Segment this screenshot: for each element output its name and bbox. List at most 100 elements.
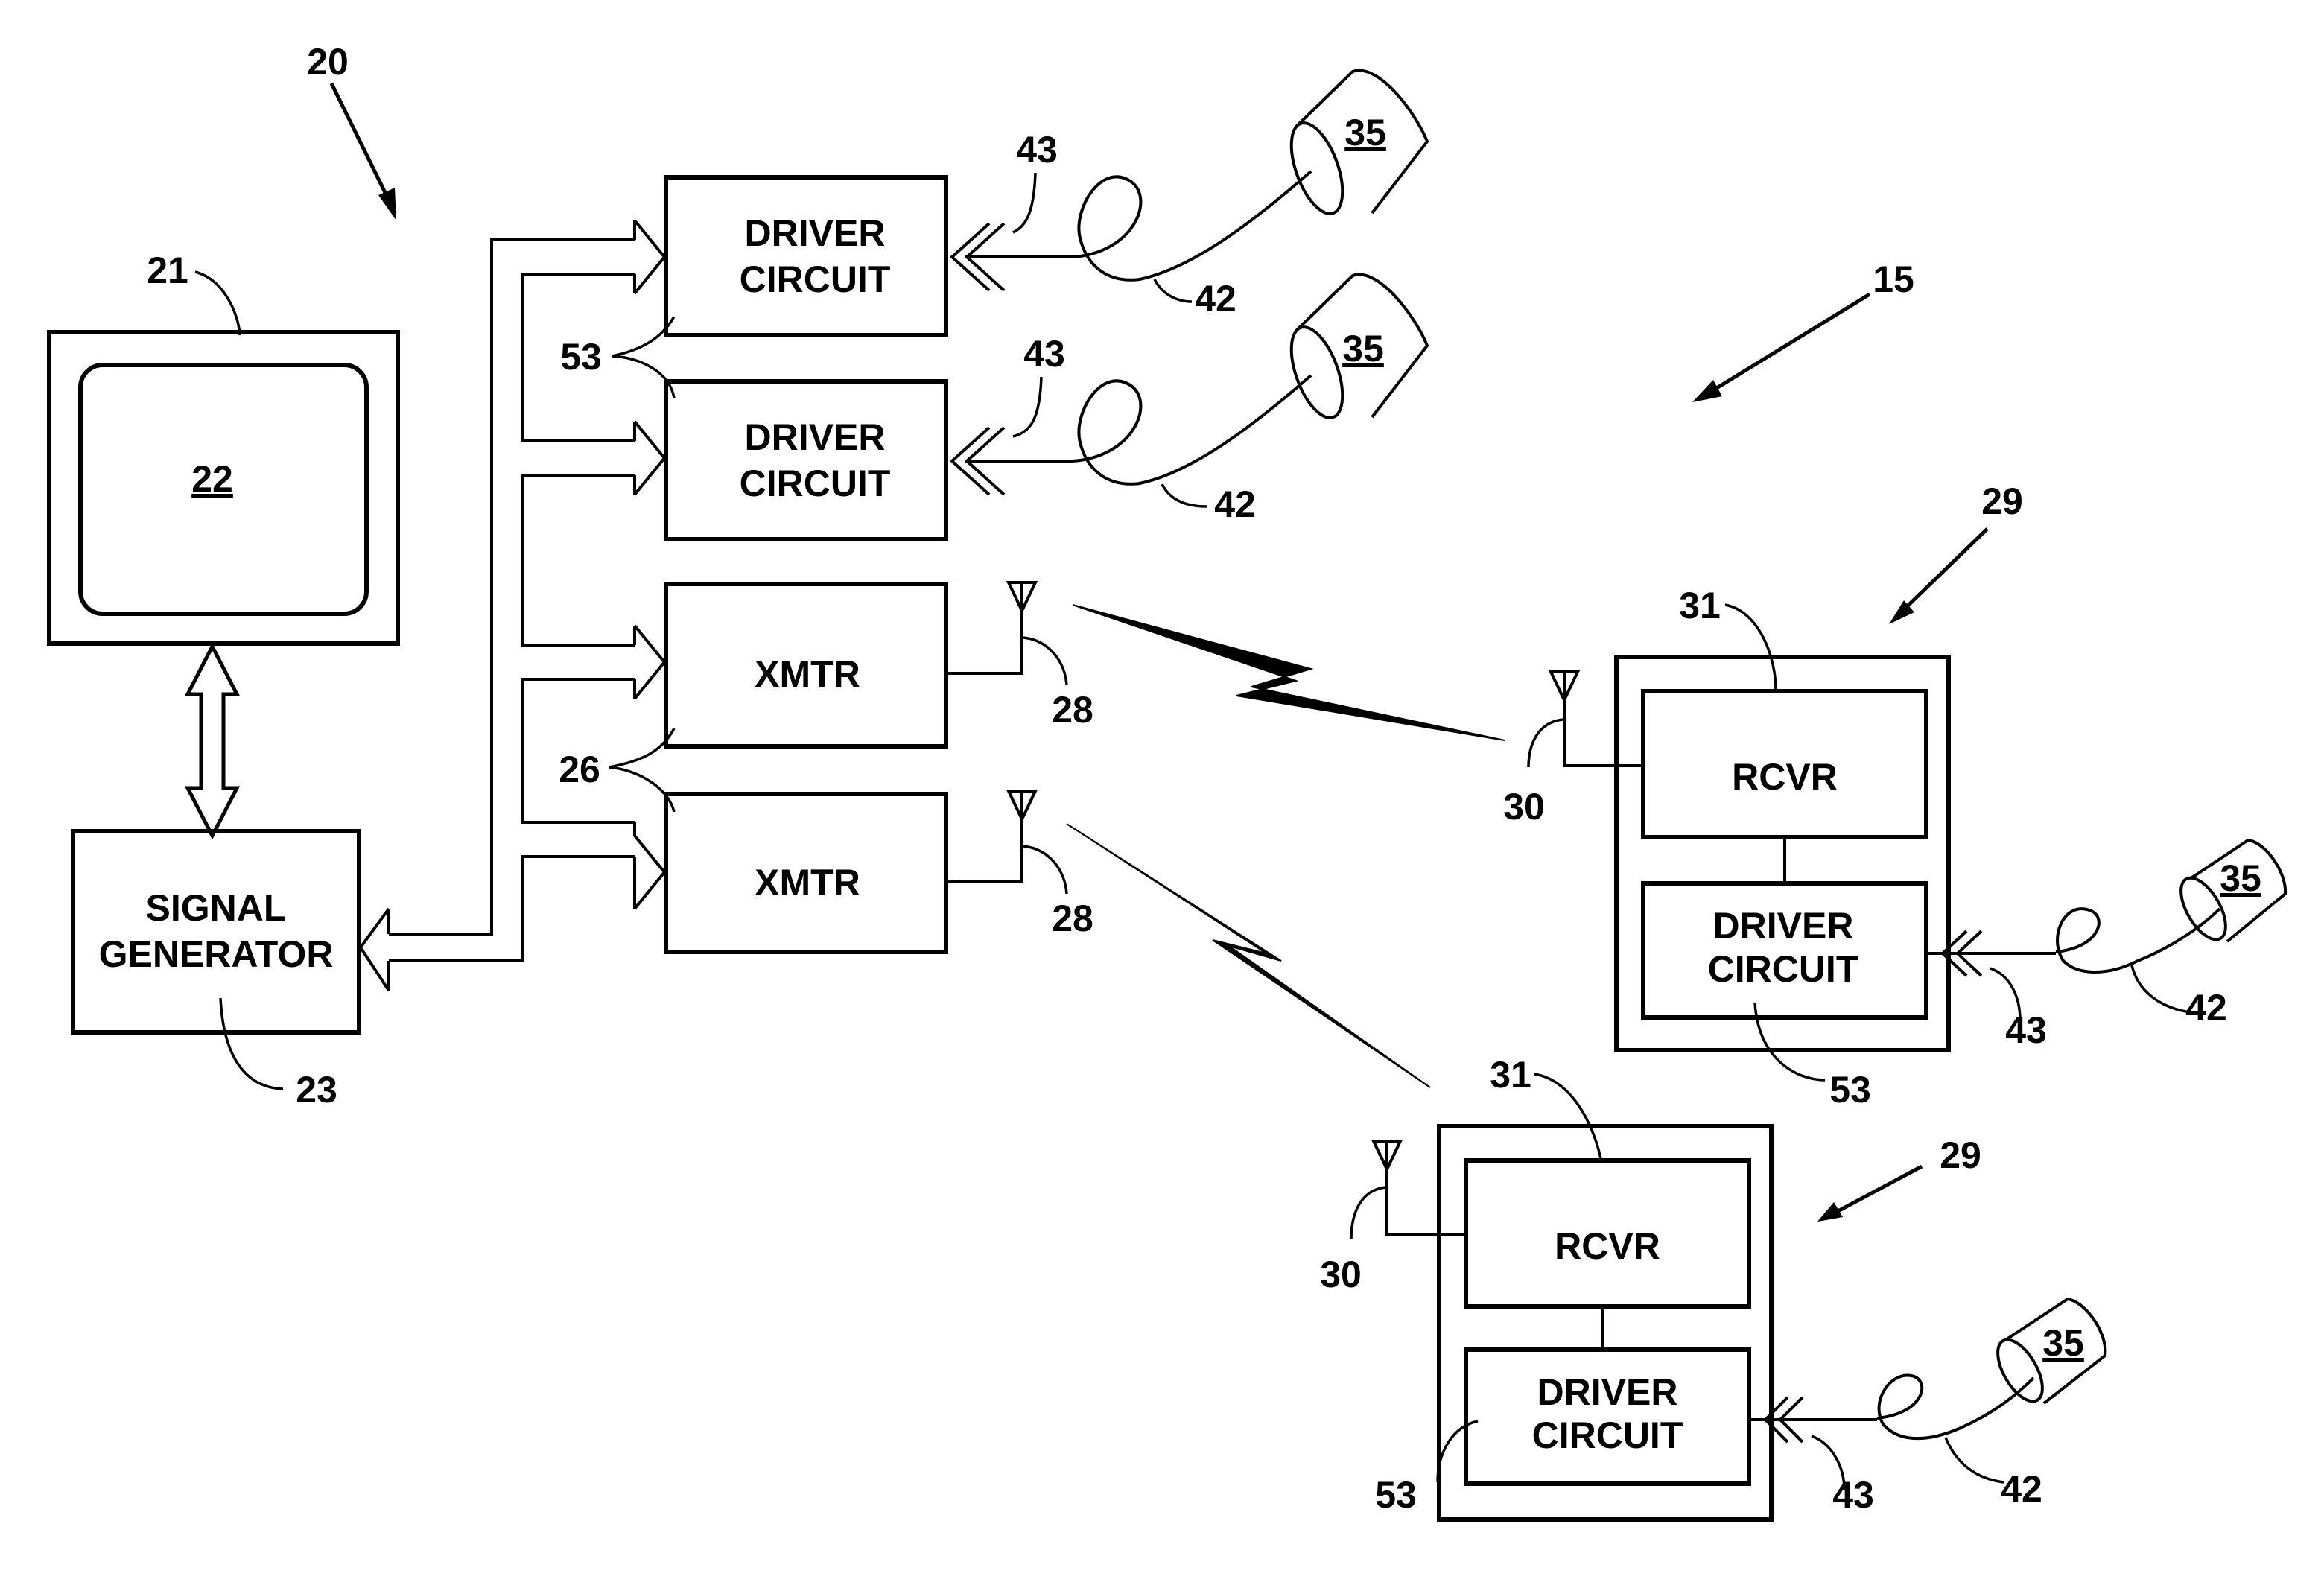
receiver-1-ref: 31 [1679,585,1721,626]
antenna-icon [1006,790,1038,823]
antenna-2-leader [1023,845,1068,895]
remote-electrode-2-ref: 35 [2042,1322,2084,1364]
remote-driver-1-line1: DRIVER [1713,905,1854,947]
system-reference: 20 [307,41,397,220]
remote-connector-1-ref: 43 [2005,1009,2047,1051]
antenna-1-leader [1023,636,1068,686]
remote-antenna-1-feed [1563,700,1643,767]
signal-generator-ref: 23 [296,1069,337,1111]
remote-unit-2-arrow [1831,1164,1923,1216]
driver-circuit-2: DRIVER CIRCUIT 43 42 35 [664,273,1429,541]
remote-connector-2-ref: 43 [1832,1474,1874,1516]
driver-2-line1: DRIVER [745,416,886,458]
drivers-group-ref: 53 [560,336,602,378]
ref-20-label: 20 [307,41,349,83]
remote-antenna-1-ref: 30 [1503,786,1545,828]
signal-generator-line2: GENERATOR [99,933,334,975]
remote-unit-1-enclosure [1614,655,1951,1052]
transmitter-1-antenna-feed [946,611,1023,675]
display-monitor: 22 21 [47,250,400,646]
remote-unit-2: 29 RCVR 31 DRIVER CIRCUIT 53 30 43 42 35 [1320,1054,2107,1522]
drivers-group-reference: 53 [560,316,676,399]
signal-bus [358,219,667,992]
bus-arrowhead-sg [358,907,390,992]
transmitter-1-label: XMTR [755,653,860,695]
antenna-icon [1371,1140,1403,1173]
receiver-2-label: RCVR [1555,1225,1660,1267]
cable-2-ref: 42 [1214,483,1256,525]
remote-antenna-2-feed [1385,1169,1466,1236]
remote-driver-1-ref: 53 [1829,1069,1871,1111]
transmitter-2: XMTR 28 [664,790,1093,954]
signal-generator-leader [219,997,284,1090]
signal-generator-box [71,829,361,1035]
driver-1-line2: CIRCUIT [740,258,891,300]
electrode-1-end [1289,121,1344,215]
remote-unit-1: 29 RCVR 31 DRIVER CIRCUIT 53 30 43 42 35 [1503,480,2288,1111]
bus-arrowhead-driver1 [633,219,667,295]
remote-driver-2-line1: DRIVER [1537,1371,1678,1413]
remote-cable-1 [2055,907,2221,974]
receiver-1-label: RCVR [1732,756,1838,798]
receiver-2-leader [1534,1073,1603,1163]
remote-unit-1-ref: 29 [1981,480,2023,522]
electrode-1-ref: 35 [1344,112,1386,153]
remote-cable-1-ref: 42 [2185,987,2227,1029]
remote-electrode-1-ref: 35 [2220,857,2261,899]
network-ref: 15 [1873,258,1914,300]
remote-antenna-1-leader [1527,718,1563,768]
transmitters-group-reference: 26 [559,728,676,813]
screen-ref-label: 22 [191,458,233,500]
antenna-2-ref: 28 [1052,898,1093,939]
connector-1-leader [1012,172,1037,234]
cable-1-ref: 42 [1195,278,1236,320]
transmitter-2-label: XMTR [755,862,860,903]
connector-2-leader [1012,376,1043,438]
signal-generator-line1: SIGNAL [146,887,287,929]
wireless-link-1-icon [1072,604,1505,741]
bus-arrowhead-xmtr1 [633,624,667,700]
remote-driver-1-line2: CIRCUIT [1708,948,1859,990]
network-reference: 15 [1692,258,1914,402]
driver-circuit-1-box [664,175,948,337]
electrode-2: 35 [1289,273,1429,419]
remote-electrode-2: 35 [1996,1297,2107,1405]
remote-driver-2-leader [1436,1420,1479,1483]
wireless-link-2-icon [1066,823,1431,1088]
antenna-icon [1548,670,1581,704]
electrode-1: 35 [1289,69,1429,215]
electrode-2-ref: 35 [1342,328,1384,369]
transmitter-2-antenna-feed [946,819,1023,883]
transmitters-group-ref: 26 [559,749,600,790]
connector-2-ref: 43 [1023,333,1065,375]
bidirectional-arrow [184,642,241,840]
bus-arrowhead-driver2 [633,420,667,496]
remote-cable-2-leader [1944,1437,2004,1484]
display-ref-label: 21 [147,250,188,291]
remote-antenna-2-ref: 30 [1320,1254,1362,1295]
remote-driver-1-leader [1753,1002,1826,1082]
receiver-2-ref: 31 [1490,1054,1531,1096]
transmitter-1: XMTR 28 [664,581,1093,749]
arrowhead-icon [1692,380,1722,402]
cable-1 [1072,170,1312,282]
bus-inner-bottom [389,855,635,962]
connector-1-ref: 43 [1016,129,1058,171]
remote-antenna-2-leader [1350,1186,1386,1240]
remote-cable-2-ref: 42 [2001,1468,2042,1510]
remote-unit-1-arrow [1896,527,1989,617]
remote-unit-2-ref: 29 [1940,1134,1981,1176]
remote-electrode-1: 35 [2179,838,2288,943]
cable-2-leader [1161,483,1207,508]
remote-unit-2-enclosure [1437,1124,1774,1522]
remote-driver-2-ref: 53 [1375,1474,1417,1516]
network-ref-arrow [1704,292,1871,397]
receiver-1-leader [1724,603,1777,693]
remote-driver-2-line2: CIRCUIT [1532,1414,1683,1456]
antenna-1-ref: 28 [1052,689,1093,731]
patent-diagram: 20 22 21 SIGNAL GENERATOR 23 DRIVER CIRC… [47,41,2288,1522]
arrowhead-icon [378,188,396,220]
driver-2-line2: CIRCUIT [740,463,891,504]
bus-inner-2 [521,474,635,647]
bus-arrowhead-xmtr2 [633,834,667,910]
